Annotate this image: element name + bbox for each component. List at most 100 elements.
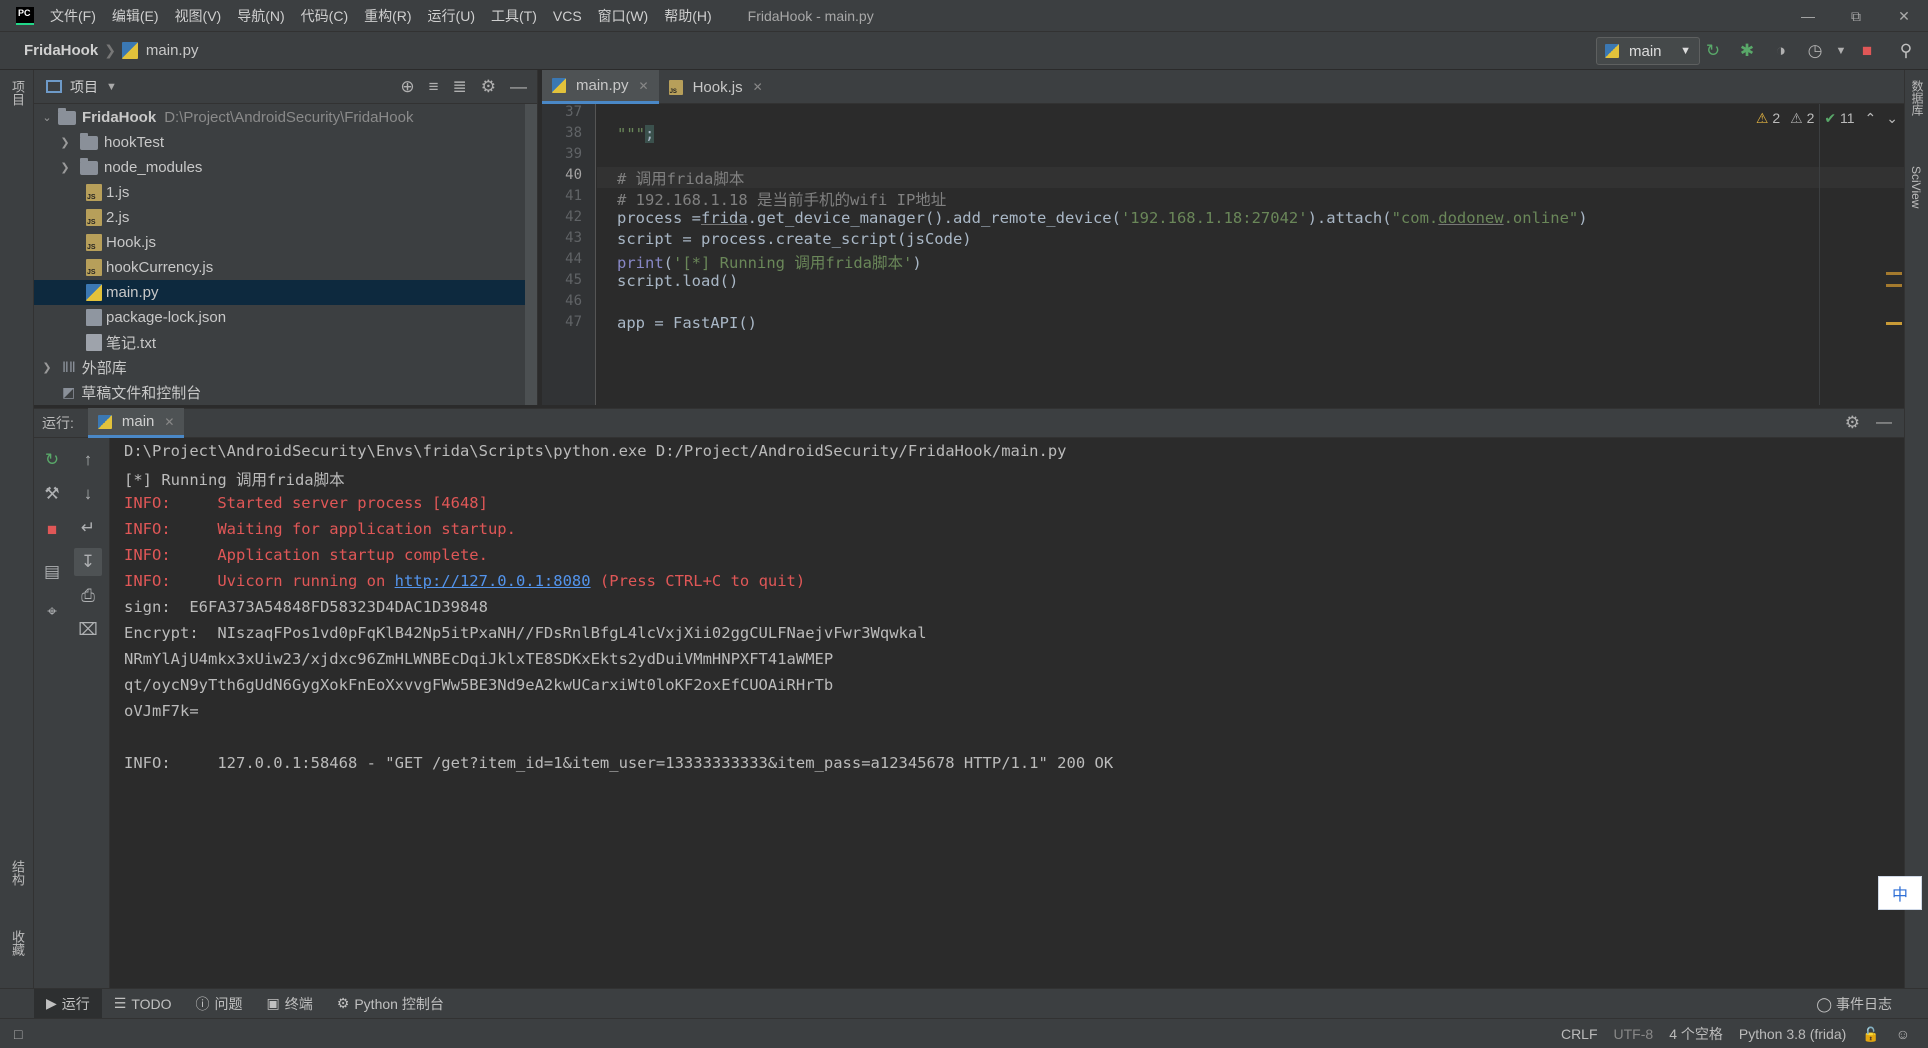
side-tab-structure[interactable]: 结构	[8, 860, 27, 886]
minimize-icon[interactable]: —	[1784, 0, 1832, 32]
project-panel-scrollbar[interactable]	[525, 104, 537, 405]
stop-icon[interactable]: ■	[1850, 32, 1884, 70]
layout-icon[interactable]: ▤	[38, 558, 66, 586]
menu-help[interactable]: 帮助(H)	[656, 0, 719, 32]
error-stripe[interactable]	[1886, 104, 1904, 405]
menu-edit[interactable]: 编辑(E)	[104, 0, 167, 32]
tab-main-py[interactable]: main.py ✕	[542, 70, 659, 104]
menu-vcs[interactable]: VCS	[545, 0, 590, 32]
tab-hook-js[interactable]: JS Hook.js ✕	[659, 70, 773, 104]
warning-count[interactable]: ⚠ 2	[1756, 110, 1780, 127]
side-tab-favorites[interactable]: 收藏	[8, 930, 27, 956]
menu-run[interactable]: 运行(U)	[420, 0, 483, 32]
restore-icon[interactable]: ⧉	[1832, 0, 1880, 32]
rerun-icon[interactable]: ↻	[1696, 32, 1730, 70]
expand-all-icon[interactable]: ≡	[429, 77, 439, 97]
next-highlight-icon[interactable]: ⌄	[1886, 110, 1898, 127]
menu-view[interactable]: 视图(V)	[167, 0, 230, 32]
inspection-widget[interactable]: ⚠ 2 ⚠ 2 ✔ 11 ⌃ ⌄	[1756, 110, 1898, 127]
tree-root-folder[interactable]: ⌄ FridaHook D:\Project\AndroidSecurity\F…	[34, 105, 534, 130]
up-arrow-icon[interactable]: ↑	[74, 446, 102, 474]
line-number: 45	[565, 272, 582, 288]
project-panel-title[interactable]: 项目	[70, 77, 98, 97]
toggle-tool-windows-icon[interactable]: □	[14, 1026, 22, 1042]
tree-item-label: hookTest	[104, 134, 165, 151]
menu-code[interactable]: 代码(C)	[293, 0, 356, 32]
run-configuration-select[interactable]: main ▼	[1596, 37, 1700, 65]
soft-wrap-icon[interactable]: ↵	[74, 514, 102, 542]
rerun-icon[interactable]: ↻	[38, 446, 66, 474]
run-console[interactable]: D:\Project\AndroidSecurity\Envs\frida\Sc…	[110, 438, 1904, 988]
code-editor[interactable]: """; # 调用frida脚本 # 192.168.1.18 是当前手机的wi…	[597, 104, 1904, 405]
indent-status[interactable]: 4 个空格	[1661, 1024, 1731, 1044]
trash-icon[interactable]: ⌧	[74, 616, 102, 644]
close-tab-icon[interactable]: ✕	[639, 79, 649, 93]
server-url-link[interactable]: http://127.0.0.1:8080	[395, 572, 591, 590]
tree-external-libraries[interactable]: ❯ ⅡⅡ 外部库	[34, 355, 534, 380]
pin-icon[interactable]: ⌖	[38, 598, 66, 626]
side-tab-project[interactable]: 项目	[8, 80, 27, 106]
chevron-down-icon[interactable]: ▼	[106, 81, 117, 93]
tree-item-file-selected[interactable]: main.py	[34, 280, 534, 305]
collapse-all-icon[interactable]: ≣	[453, 77, 467, 97]
tree-item-file[interactable]: JS hookCurrency.js	[34, 255, 534, 280]
print-icon[interactable]: ⎙	[74, 582, 102, 610]
menu-file[interactable]: 文件(F)	[42, 0, 104, 32]
coverage-icon[interactable]: ◑	[1764, 32, 1798, 70]
tree-item-file[interactable]: 笔记.txt	[34, 330, 534, 355]
gear-icon[interactable]: ⚙	[1845, 413, 1860, 433]
tree-item-file[interactable]: JS 1.js	[34, 180, 534, 205]
tool-tab-todo[interactable]: ☰ TODO	[102, 989, 184, 1019]
side-tab-sciview[interactable]: SciView	[1909, 166, 1923, 208]
interpreter-status[interactable]: Python 3.8 (frida)	[1731, 1026, 1854, 1042]
tool-tab-run[interactable]: ▶ 运行	[34, 988, 102, 1019]
side-tab-database[interactable]: 数据库	[1909, 80, 1926, 116]
tool-tab-event-log[interactable]: ◯ 事件日志	[1816, 989, 1892, 1019]
line-number: 46	[565, 293, 582, 309]
stripe-marker[interactable]	[1886, 284, 1902, 287]
weak-warning-count[interactable]: ⚠ 2	[1790, 110, 1814, 127]
menu-navigate[interactable]: 导航(N)	[229, 0, 292, 32]
typo-count[interactable]: ✔ 11	[1824, 110, 1854, 127]
close-tab-icon[interactable]: ✕	[164, 415, 174, 429]
search-everywhere-icon[interactable]: ⚲	[1884, 32, 1928, 70]
run-tab-label: main	[121, 413, 155, 430]
encoding-status[interactable]: UTF-8	[1606, 1026, 1662, 1042]
inspector-icon[interactable]: ☺	[1888, 1026, 1918, 1042]
line-separator-status[interactable]: CRLF	[1553, 1026, 1606, 1042]
debug-icon[interactable]: ✱	[1730, 32, 1764, 70]
lock-icon[interactable]: 🔓	[1854, 1026, 1887, 1043]
run-tab-main[interactable]: main ✕	[87, 408, 185, 438]
tool-tab-terminal[interactable]: ▣ 终端	[255, 989, 325, 1019]
gear-icon[interactable]: ⚙	[481, 77, 496, 97]
wrench-icon[interactable]: ⚒	[38, 480, 66, 508]
python-file-icon	[121, 42, 138, 59]
tree-scratches[interactable]: ◩ 草稿文件和控制台	[34, 380, 534, 405]
tree-item-file[interactable]: package-lock.json	[34, 305, 534, 330]
down-arrow-icon[interactable]: ↓	[74, 480, 102, 508]
breadcrumb-file[interactable]: main.py	[121, 42, 198, 59]
previous-highlight-icon[interactable]: ⌃	[1865, 110, 1877, 127]
close-tab-icon[interactable]: ✕	[753, 80, 763, 94]
stop-icon[interactable]: ■	[38, 516, 66, 544]
tree-item-file[interactable]: JS 2.js	[34, 205, 534, 230]
scroll-to-end-icon[interactable]: ↧	[74, 548, 102, 576]
stripe-marker[interactable]	[1886, 322, 1902, 325]
menu-window[interactable]: 窗口(W)	[590, 0, 657, 32]
more-run-options-icon[interactable]: ▼	[1832, 32, 1850, 70]
breadcrumb-project[interactable]: FridaHook	[24, 42, 98, 59]
close-window-icon[interactable]: ✕	[1880, 0, 1928, 32]
tree-item-folder[interactable]: ❯ hookTest	[34, 130, 534, 155]
locate-file-icon[interactable]: ⊕	[400, 77, 414, 97]
tree-item-folder[interactable]: ❯ node_modules	[34, 155, 534, 180]
menu-refactor[interactable]: 重构(R)	[356, 0, 419, 32]
hide-panel-icon[interactable]: —	[1876, 414, 1892, 432]
profile-icon[interactable]: ◷	[1798, 32, 1832, 70]
tool-tab-python-console[interactable]: ⚙ Python 控制台	[325, 989, 456, 1019]
tree-item-file[interactable]: JS Hook.js	[34, 230, 534, 255]
tool-tab-problems[interactable]: ⓘ 问题	[184, 989, 255, 1019]
ime-indicator[interactable]: 中	[1878, 876, 1922, 910]
stripe-marker[interactable]	[1886, 272, 1902, 275]
hide-panel-icon[interactable]: —	[510, 77, 527, 97]
menu-tools[interactable]: 工具(T)	[483, 0, 545, 32]
